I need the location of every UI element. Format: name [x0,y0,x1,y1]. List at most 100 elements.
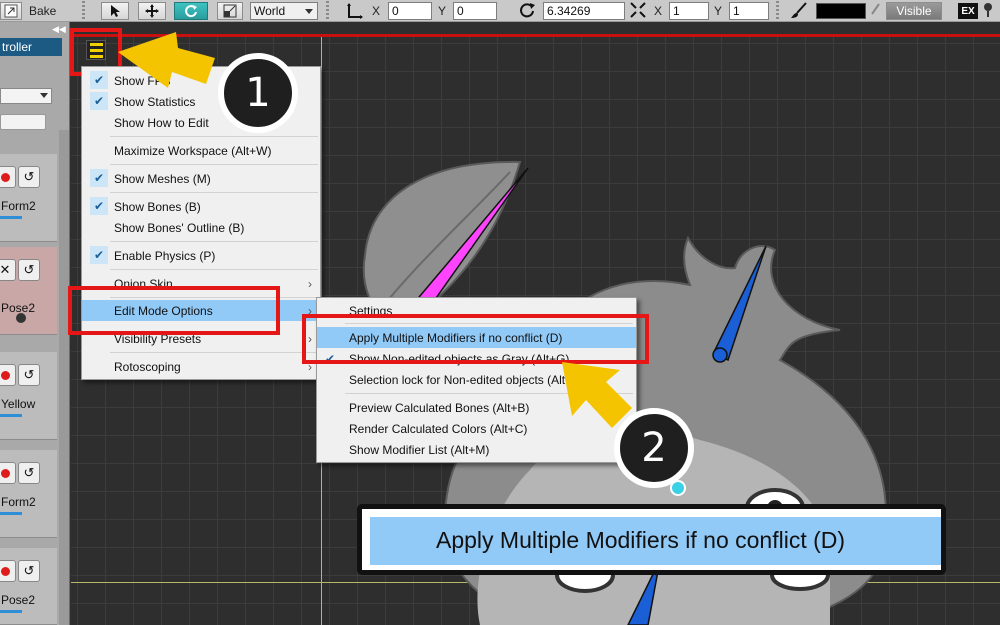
coord-space-select[interactable]: World [250,2,318,20]
move-tool-icon[interactable] [138,2,166,20]
reset-button[interactable]: ↺ [18,166,40,188]
menu-item-label: Maximize Workspace (Alt+W) [114,143,272,158]
rotation-icon [520,2,538,20]
record-icon [0,566,10,576]
menu-item-label: Rotoscoping [114,359,181,374]
scale-tool-icon[interactable] [217,2,243,20]
submenu-item-preview-calculated-bones[interactable]: Preview Calculated Bones (Alt+B) [317,397,636,418]
chevron-down-icon [305,9,313,14]
zoom-callout-text: Apply Multiple Modifiers if no conflict … [436,527,846,553]
position-icon [346,2,366,20]
menu-item-label: Show Bones (B) [114,199,201,214]
check-icon: ✔ [90,92,108,110]
menu-item-label: Show Modifier List (Alt+M) [349,442,490,457]
pos-y-label: Y [438,4,447,18]
scale-x-input[interactable]: 1 [669,2,709,20]
card-slider[interactable] [0,512,22,515]
reset-icon: ↺ [23,169,35,184]
menu-item-enable-physics[interactable]: ✔ Enable Physics (P) [82,245,320,266]
menu-item-label: Preview Calculated Bones (Alt+B) [349,400,530,415]
scale-x-label: X [654,4,663,18]
panel-dropdown[interactable] [0,88,52,104]
menu-item-rotoscoping[interactable]: Rotoscoping › [82,356,320,377]
menu-item-show-bones-outline[interactable]: Show Bones' Outline (B) [82,217,320,238]
pos-x-label: X [372,4,381,18]
panel-field[interactable] [0,114,46,130]
pin-icon[interactable] [982,2,996,20]
toolbar-separator [326,1,329,21]
submenu-item-render-calculated-colors[interactable]: Render Calculated Colors (Alt+C) [317,418,636,439]
menu-separator [110,164,318,165]
collapse-panel-icon[interactable]: ◀◀ [52,24,66,35]
menu-item-label: Show How to Edit [114,115,209,130]
scale-y-input[interactable]: 1 [729,2,769,20]
bake-button[interactable]: Bake [29,2,56,20]
toolbar-separator [82,1,85,21]
check-icon: ✔ [90,169,108,187]
menu-item-label: Show Meshes (M) [114,171,211,186]
controller-card: ↺ Form2 [0,450,57,538]
reset-icon: ↺ [23,563,35,578]
menu-separator [345,393,633,394]
slider-knob[interactable] [16,313,26,323]
reset-icon: ↺ [23,262,35,277]
card-label: Pose2 [1,593,36,607]
visible-button[interactable]: Visible [886,2,942,20]
scale-y-label: Y [714,4,723,18]
select-tool-icon[interactable] [101,2,129,20]
reset-button[interactable]: ↺ [18,259,40,281]
record-icon [0,468,10,478]
menu-separator [110,269,318,270]
card-slider[interactable] [0,414,22,417]
record-icon [0,172,10,182]
panel-scrollbar[interactable] [59,130,69,625]
eyedropper-icon[interactable] [869,2,883,20]
bake-icon[interactable] [0,2,22,20]
record-icon [0,370,10,380]
rotation-input[interactable]: 6.34269 [543,2,625,20]
card-label: Form2 [1,199,36,213]
top-toolbar: Bake World X 0 Y 0 6.34269 X 1 Y 1 Visib… [0,0,1000,22]
record-button[interactable] [0,462,16,484]
controller-card: ↺ Pose2 [0,548,57,625]
panel-header: troller [0,38,62,56]
controller-panel: ◀◀ troller ↺ Form2 ✕ ↺ Pose2 ↺ Yellow ↺ … [0,22,70,625]
record-button[interactable] [0,560,16,582]
record-button[interactable] [0,166,16,188]
highlight-box-apply-multiple-modifiers [302,314,649,364]
check-icon: ✔ [90,197,108,215]
card-slider[interactable] [0,216,22,219]
brush-icon[interactable] [790,2,810,20]
step-badge-2: 2 [614,408,694,488]
card-slider[interactable] [0,610,22,613]
ex-button[interactable]: EX [958,3,978,19]
reset-button[interactable]: ↺ [18,364,40,386]
submenu-item-selection-lock[interactable]: Selection lock for Non-edited objects (A… [317,369,636,390]
record-button[interactable] [0,364,16,386]
menu-item-label: Show FPS [114,73,171,88]
reset-button[interactable]: ↺ [18,462,40,484]
menu-item-label: Enable Physics (P) [114,248,216,263]
menu-item-show-bones[interactable]: ✔ Show Bones (B) [82,196,320,217]
submenu-arrow-icon: › [308,276,312,291]
menu-item-label: Render Calculated Colors (Alt+C) [349,421,528,436]
step-badge-1: 1 [218,53,298,133]
submenu-item-show-modifier-list[interactable]: Show Modifier List (Alt+M) [317,439,636,460]
pos-x-input[interactable]: 0 [388,2,432,20]
controller-card: ↺ Yellow [0,352,57,440]
menu-separator [110,352,318,353]
highlight-box-edit-mode-options [68,286,280,335]
color-swatch[interactable] [816,3,866,19]
menu-item-label: Selection lock for Non-edited objects (A… [349,372,583,387]
coord-space-value: World [254,4,286,18]
close-button[interactable]: ✕ [0,259,16,281]
reset-button[interactable]: ↺ [18,560,40,582]
close-icon: ✕ [0,262,11,277]
chevron-down-icon [40,93,48,98]
menu-item-maximize-workspace[interactable]: Maximize Workspace (Alt+W) [82,140,320,161]
pos-y-input[interactable]: 0 [453,2,497,20]
rotate-tool-icon[interactable] [174,2,208,20]
toolbar-separator [776,1,779,21]
menu-item-show-meshes[interactable]: ✔ Show Meshes (M) [82,168,320,189]
zoom-callout: Apply Multiple Modifiers if no conflict … [357,504,946,575]
